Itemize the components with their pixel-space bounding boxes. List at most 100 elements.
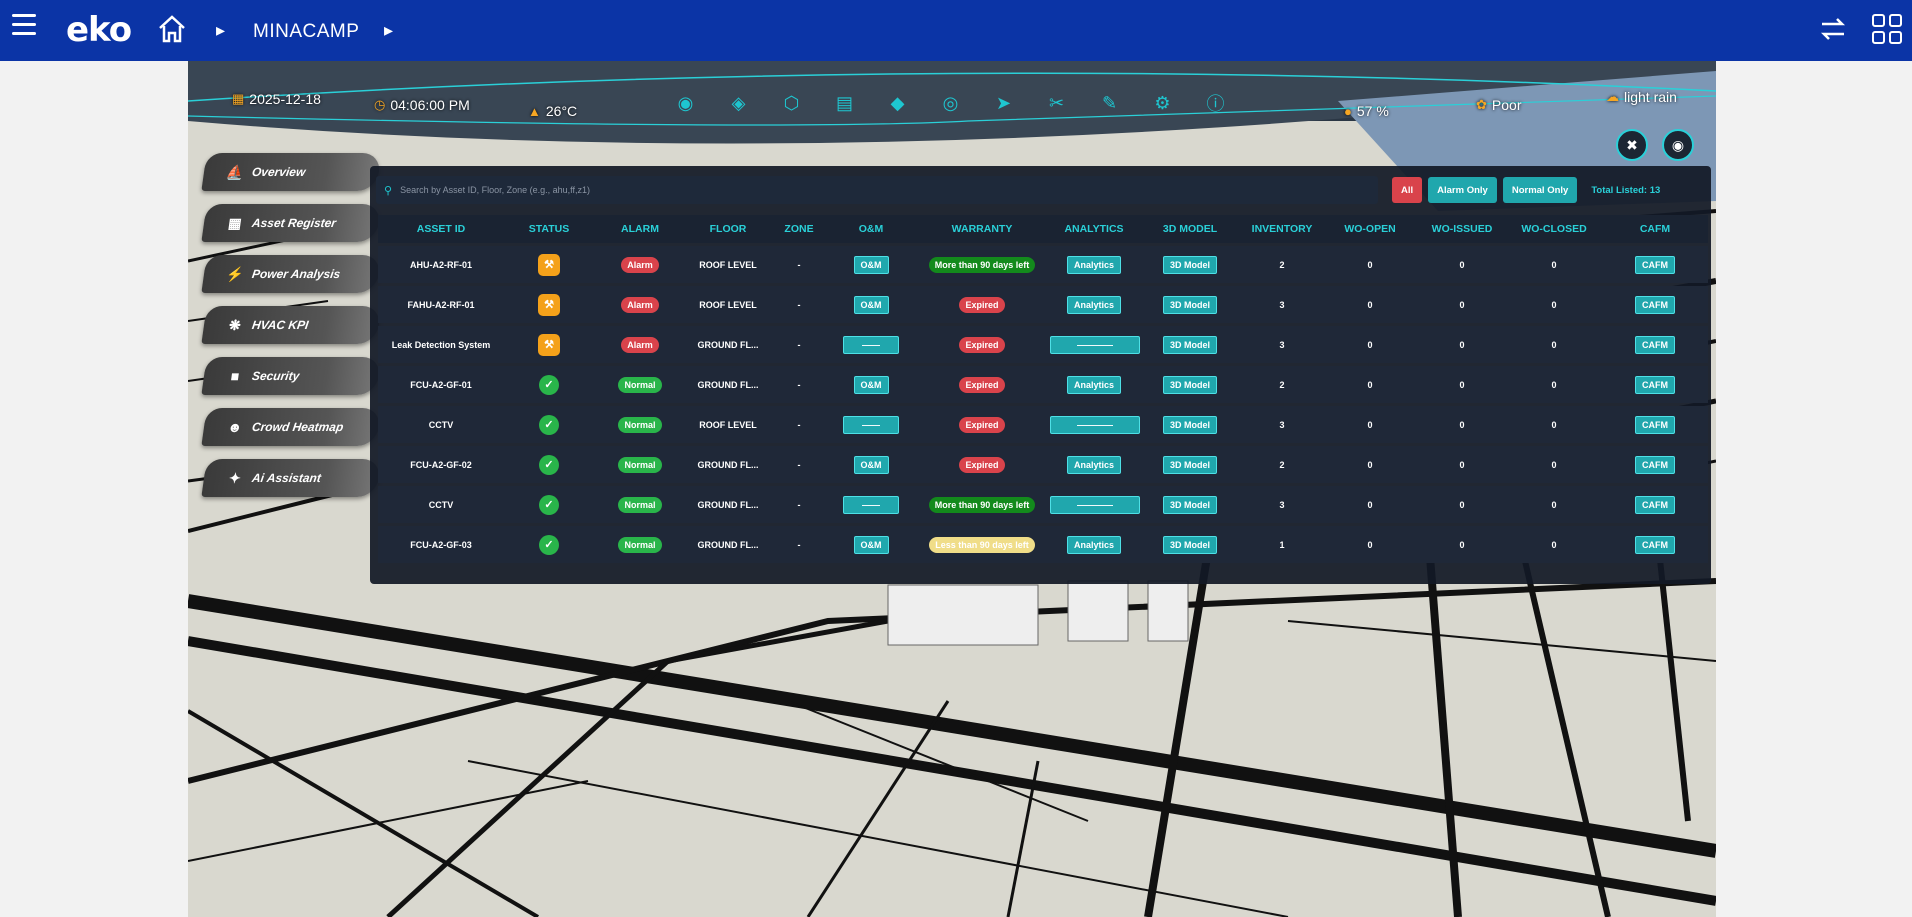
eye-icon[interactable]: ◉ — [668, 89, 703, 117]
column-header[interactable]: STATUS — [504, 215, 594, 243]
3d-model-button[interactable]: 3D Model — [1162, 415, 1217, 434]
analytics-button[interactable]: Analytics — [1066, 535, 1122, 554]
table-row[interactable]: AHU-A2-RF-01 ⚒ Alarm ROOF LEVEL - O&M More tha… — [378, 246, 1708, 283]
cafm-button[interactable]: CAFM — [1635, 415, 1675, 434]
cursor-icon[interactable]: ➤ — [986, 89, 1021, 117]
table-row[interactable]: Leak Detection System ⚒ Alarm GROUND FL... -… — [378, 326, 1708, 363]
column-header[interactable]: WO-CLOSED — [1506, 215, 1602, 243]
table-cell: FCU-A2-GF-01 — [378, 366, 504, 403]
cube-icon[interactable]: ⬡ — [774, 89, 809, 117]
cafm-button[interactable]: CAFM — [1635, 255, 1675, 274]
table-cell: —— — [828, 326, 914, 363]
3d-model-button[interactable]: 3D Model — [1162, 295, 1217, 314]
sidebar-item-power-analysis[interactable]: ⚡ Power Analysis — [201, 255, 382, 293]
sidebar-item-asset-register[interactable]: ▦ Asset Register — [201, 204, 382, 242]
column-header[interactable]: WO-OPEN — [1322, 215, 1418, 243]
cafm-button[interactable]: CAFM — [1635, 375, 1675, 394]
column-header[interactable]: ALARM — [594, 215, 686, 243]
column-header[interactable]: WARRANTY — [914, 215, 1050, 243]
3d-model-button[interactable]: 3D Model — [1162, 375, 1217, 394]
cafm-button[interactable]: CAFM — [1635, 535, 1675, 554]
filter-normal-only-button[interactable]: Normal Only — [1502, 177, 1578, 203]
analytics-button[interactable]: ———— — [1050, 415, 1140, 434]
scissors-icon[interactable]: ✂ — [1039, 89, 1074, 117]
filter-alarm-only-button[interactable]: Alarm Only — [1428, 177, 1497, 203]
sidebar-item-security[interactable]: ■ Security — [201, 357, 382, 395]
pen-icon[interactable]: ✎ — [1092, 89, 1127, 117]
column-header[interactable]: O&M — [828, 215, 914, 243]
column-header[interactable]: INVENTORY — [1242, 215, 1322, 243]
3d-model-button[interactable]: 3D Model — [1162, 255, 1217, 274]
om-button[interactable]: O&M — [853, 455, 889, 474]
filter-all-button[interactable]: All — [1392, 177, 1423, 203]
apps-grid-icon[interactable] — [1872, 14, 1902, 44]
eraser-icon[interactable]: ◆ — [880, 89, 915, 117]
cafm-button[interactable]: CAFM — [1635, 455, 1675, 474]
table-row[interactable]: CCTV ✓ Normal GROUND FL... - —— More than 90 d… — [378, 486, 1708, 523]
camera-icon: ■ — [229, 368, 241, 384]
layers-icon[interactable]: ◈ — [721, 89, 756, 117]
column-header[interactable]: FLOOR — [686, 215, 770, 243]
table-row[interactable]: CCTV ✓ Normal ROOF LEVEL - —— Expired ———— 3D Mo… — [378, 406, 1708, 443]
table-cell: 0 — [1322, 526, 1418, 563]
analytics-button[interactable]: Analytics — [1066, 455, 1122, 474]
sidebar-item-crowd-heatmap[interactable]: ☻ Crowd Heatmap — [201, 408, 382, 446]
column-header[interactable]: ZONE — [770, 215, 828, 243]
table-row[interactable]: FAHU-A2-RF-01 ⚒ Alarm ROOF LEVEL - O&M Expired… — [378, 286, 1708, 323]
column-header[interactable]: CAFM — [1602, 215, 1708, 243]
3d-model-button[interactable]: 3D Model — [1162, 535, 1217, 554]
search-input[interactable] — [400, 185, 1301, 195]
breadcrumb-site[interactable]: MINACAMP — [253, 21, 359, 43]
road-icon[interactable]: ▤ — [827, 89, 862, 117]
cafm-button[interactable]: CAFM — [1635, 335, 1675, 354]
sidebar-item-overview[interactable]: ⛵ Overview — [201, 153, 382, 191]
table-row[interactable]: FCU-A2-GF-03 ✓ Normal GROUND FL... - O&M Less … — [378, 526, 1708, 563]
analytics-button[interactable]: Analytics — [1066, 375, 1122, 394]
table-cell: Normal — [594, 366, 686, 403]
thermometer-icon: ▲ — [528, 103, 541, 119]
sidebar-item-hvac-kpi[interactable]: ❋ HVAC KPI — [201, 306, 382, 344]
table-cell: 0 — [1418, 406, 1506, 443]
location-icon[interactable]: ◎ — [933, 89, 968, 117]
table-cell: - — [770, 486, 828, 523]
hide-icon[interactable]: ✖ — [1616, 129, 1648, 161]
analytics-button[interactable]: ———— — [1050, 335, 1140, 354]
settings-icon[interactable]: ⚙ — [1145, 89, 1180, 117]
3d-model-button[interactable]: 3D Model — [1162, 335, 1217, 354]
map-viewport[interactable]: ▦ 2025-12-18 ◷ 04:06:00 PM ▲ 26°C ◉ ◈ ⬡ ▤ ◆… — [188, 61, 1716, 917]
analytics-button[interactable]: Analytics — [1066, 255, 1122, 274]
column-header[interactable]: ASSET ID — [378, 215, 504, 243]
search-box[interactable]: ⚲ — [376, 176, 1378, 204]
3d-model-button[interactable]: 3D Model — [1162, 455, 1217, 474]
om-button[interactable]: O&M — [853, 375, 889, 394]
analytics-button[interactable]: Analytics — [1066, 295, 1122, 314]
table-cell: ———— — [1050, 406, 1140, 443]
table-cell: 0 — [1506, 246, 1602, 283]
sync-icon[interactable] — [1816, 12, 1850, 46]
camera-icon[interactable]: ◉ — [1662, 129, 1694, 161]
om-button[interactable]: —— — [843, 335, 899, 354]
table-cell: Alarm — [594, 246, 686, 283]
analytics-button[interactable]: ———— — [1050, 495, 1140, 514]
om-button[interactable]: —— — [843, 495, 899, 514]
om-button[interactable]: O&M — [853, 295, 889, 314]
cafm-button[interactable]: CAFM — [1635, 495, 1675, 514]
home-icon[interactable] — [156, 13, 188, 45]
om-button[interactable]: O&M — [853, 535, 889, 554]
table-row[interactable]: FCU-A2-GF-02 ✓ Normal GROUND FL... - O&M Expir… — [378, 446, 1708, 483]
cafm-button[interactable]: CAFM — [1635, 295, 1675, 314]
om-button[interactable]: O&M — [853, 255, 889, 274]
table-row[interactable]: FCU-A2-GF-01 ✓ Normal GROUND FL... - O&M Expir… — [378, 366, 1708, 403]
table-cell: 2 — [1242, 446, 1322, 483]
column-header[interactable]: WO-ISSUED — [1418, 215, 1506, 243]
column-header[interactable]: 3D MODEL — [1138, 215, 1242, 243]
3d-model-button[interactable]: 3D Model — [1162, 495, 1217, 514]
app-logo[interactable]: eko — [66, 10, 132, 50]
menu-icon[interactable] — [12, 14, 36, 38]
sidebar-item-ai-assistant[interactable]: ✦ Ai Assistant — [201, 459, 382, 497]
table-cell: 0 — [1506, 486, 1602, 523]
info-icon[interactable]: ⓘ — [1198, 89, 1233, 117]
om-button[interactable]: —— — [843, 415, 899, 434]
table-cell: - — [770, 406, 828, 443]
column-header[interactable]: ANALYTICS — [1050, 215, 1138, 243]
